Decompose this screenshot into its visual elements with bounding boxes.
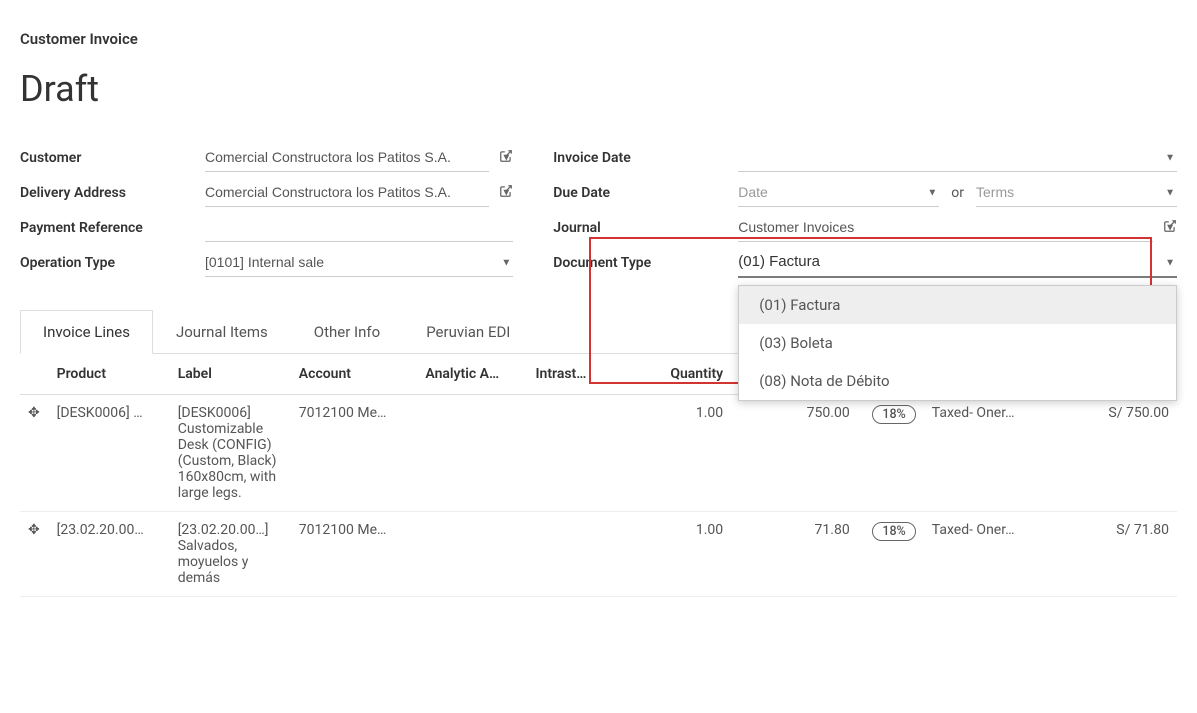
- label-payment-reference: Payment Reference: [20, 220, 205, 236]
- drag-handle-icon[interactable]: ✥: [20, 512, 49, 597]
- invoice-date-input[interactable]: [738, 143, 1177, 172]
- form-grid: Customer ▼ Delivery Address ▼ Payment Re…: [20, 140, 1177, 280]
- cell-taxed[interactable]: Taxed- Oner…: [924, 512, 1067, 597]
- cell-tax-badge[interactable]: 18%: [858, 395, 924, 512]
- row-delivery-address: Delivery Address ▼: [20, 175, 513, 210]
- cell-analytic[interactable]: [417, 512, 527, 597]
- th-label: Label: [170, 354, 291, 395]
- dropdown-option[interactable]: (08) Nota de Débito: [739, 362, 1176, 400]
- dropdown-option[interactable]: (01) Factura: [739, 286, 1176, 324]
- dropdown-option[interactable]: (03) Boleta: [739, 324, 1176, 362]
- cell-product[interactable]: [DESK0006] …: [49, 395, 170, 512]
- row-customer: Customer ▼: [20, 140, 513, 175]
- breadcrumb: Customer Invoice: [20, 30, 1177, 48]
- tab-peruvian-edi[interactable]: Peruvian EDI: [403, 310, 533, 353]
- cell-subtotal: S/ 71.80: [1067, 512, 1177, 597]
- label-invoice-date: Invoice Date: [553, 150, 738, 166]
- cell-intrastat[interactable]: [527, 395, 610, 512]
- row-journal: Journal ▼: [553, 210, 1177, 245]
- th-analytic: Analytic A…: [417, 354, 527, 395]
- customer-input[interactable]: [205, 143, 489, 172]
- cell-account[interactable]: 7012100 Me…: [291, 395, 418, 512]
- or-text: or: [951, 185, 964, 201]
- label-due-date: Due Date: [553, 185, 738, 201]
- row-due-date: Due Date ▼ or ▼: [553, 175, 1177, 210]
- page-title: Draft: [20, 68, 1177, 110]
- tax-badge: 18%: [872, 405, 915, 424]
- external-link-icon[interactable]: [499, 149, 513, 167]
- cell-price[interactable]: 71.80: [731, 512, 858, 597]
- cell-tax-badge[interactable]: 18%: [858, 512, 924, 597]
- external-link-icon[interactable]: [499, 184, 513, 202]
- th-product: Product: [49, 354, 170, 395]
- cell-label[interactable]: [DESK0006] Customizable Desk (CONFIG) (C…: [170, 395, 291, 512]
- label-delivery-address: Delivery Address: [20, 185, 205, 201]
- th-account: Account: [291, 354, 418, 395]
- label-journal: Journal: [553, 220, 738, 236]
- label-customer: Customer: [20, 150, 205, 166]
- cell-quantity[interactable]: 1.00: [610, 512, 731, 597]
- row-invoice-date: Invoice Date ▼: [553, 140, 1177, 175]
- tab-journal-items[interactable]: Journal Items: [153, 310, 291, 353]
- th-quantity: Quantity: [610, 354, 731, 395]
- delivery-address-input[interactable]: [205, 178, 489, 207]
- tax-badge: 18%: [872, 522, 915, 541]
- cell-taxed[interactable]: Taxed- Oner…: [924, 395, 1067, 512]
- form-col-right: Invoice Date ▼ Due Date ▼ or ▼ Journa: [553, 140, 1177, 280]
- form-col-left: Customer ▼ Delivery Address ▼ Payment Re…: [20, 140, 513, 280]
- document-type-dropdown: (01) Factura (03) Boleta (08) Nota de Dé…: [738, 285, 1177, 401]
- terms-input[interactable]: [976, 178, 1177, 207]
- tab-other-info[interactable]: Other Info: [291, 310, 403, 353]
- row-payment-reference: Payment Reference: [20, 210, 513, 245]
- th-intrastat: Intrast…: [527, 354, 610, 395]
- row-operation-type: Operation Type ▼: [20, 245, 513, 280]
- cell-product[interactable]: [23.02.20.00…: [49, 512, 170, 597]
- label-document-type: Document Type: [553, 255, 738, 271]
- table-row[interactable]: ✥ [DESK0006] … [DESK0006] Customizable D…: [20, 395, 1177, 512]
- cell-analytic[interactable]: [417, 395, 527, 512]
- label-operation-type: Operation Type: [20, 255, 205, 271]
- operation-type-input[interactable]: [205, 248, 513, 277]
- cell-label[interactable]: [23.02.20.00…] Salvados, moyuelos y demá…: [170, 512, 291, 597]
- external-link-icon[interactable]: [1163, 219, 1177, 237]
- cell-price[interactable]: 750.00: [731, 395, 858, 512]
- cell-subtotal: S/ 750.00: [1067, 395, 1177, 512]
- row-document-type: Document Type ▼ (01) Factura (03) Boleta…: [553, 245, 1177, 280]
- table-row[interactable]: ✥ [23.02.20.00… [23.02.20.00…] Salvados,…: [20, 512, 1177, 597]
- journal-input[interactable]: [738, 213, 1153, 242]
- drag-handle-icon[interactable]: ✥: [20, 395, 49, 512]
- due-date-input[interactable]: [738, 178, 939, 207]
- cell-intrastat[interactable]: [527, 512, 610, 597]
- tab-invoice-lines[interactable]: Invoice Lines: [20, 310, 153, 354]
- document-type-input[interactable]: [738, 247, 1177, 278]
- cell-account[interactable]: 7012100 Me…: [291, 512, 418, 597]
- cell-quantity[interactable]: 1.00: [610, 395, 731, 512]
- payment-reference-input[interactable]: [205, 213, 513, 242]
